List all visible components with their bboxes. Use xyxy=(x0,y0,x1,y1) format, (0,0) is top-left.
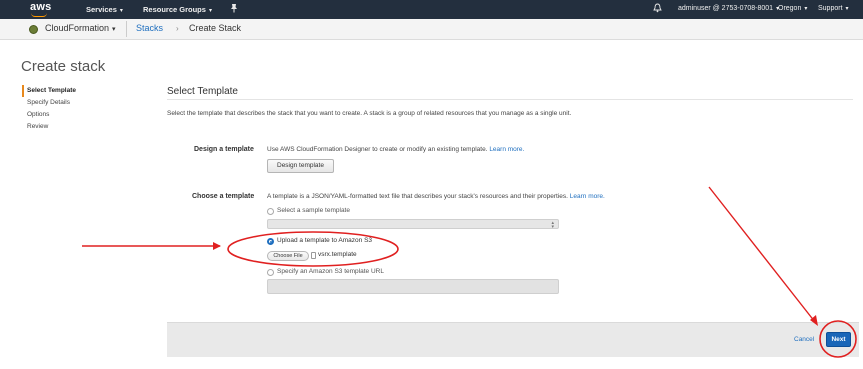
services-menu[interactable]: Services ▾ xyxy=(86,5,123,14)
cloudformation-icon xyxy=(29,25,38,34)
choose-template-description: A template is a JSON/YAML-formatted text… xyxy=(267,193,605,200)
region-menu[interactable]: Oregon ▾ xyxy=(778,5,807,12)
divider xyxy=(126,21,127,37)
design-template-label: Design a template xyxy=(194,146,254,153)
select-arrows-icon: ▴ ▾ xyxy=(551,220,554,230)
step-specify-details: Specify Details xyxy=(27,99,70,106)
upload-s3-radio[interactable] xyxy=(267,238,274,245)
account-menu[interactable]: adminuser @ 2753-0708-8001 ▾ xyxy=(678,5,779,12)
services-menu-label: Services xyxy=(86,5,117,14)
section-title: Select Template xyxy=(167,86,238,97)
sample-template-select[interactable]: ▴ ▾ xyxy=(267,219,559,230)
intro-text: Select the template that describes the s… xyxy=(167,110,572,117)
account-label: adminuser @ 2753-0708-8001 xyxy=(678,5,774,12)
support-menu[interactable]: Support ▾ xyxy=(818,5,849,12)
aws-logo-smile xyxy=(31,13,47,17)
top-navigation-bar: aws Services ▾ Resource Groups ▾ adminuser… xyxy=(0,0,863,19)
chevron-down-icon: ▾ xyxy=(804,6,808,12)
chevron-down-icon: ▾ xyxy=(845,6,849,12)
step-review: Review xyxy=(27,123,49,130)
support-label: Support xyxy=(818,5,843,12)
design-description-text: Use AWS CloudFormation Designer to creat… xyxy=(267,146,488,153)
breadcrumb-create-stack: Create Stack xyxy=(189,23,242,33)
chevron-down-icon: ▾ xyxy=(208,8,212,14)
service-switcher[interactable]: CloudFormation ▾ xyxy=(45,23,116,33)
choose-description-text: A template is a JSON/YAML-formatted text… xyxy=(267,193,568,200)
service-name: CloudFormation xyxy=(45,23,110,33)
bell-icon[interactable] xyxy=(653,3,662,15)
step-options: Options xyxy=(27,111,50,118)
region-label: Oregon xyxy=(778,5,802,12)
s3-url-input[interactable] xyxy=(267,279,559,294)
resource-groups-label: Resource Groups xyxy=(143,5,206,14)
breadcrumb-stacks[interactable]: Stacks xyxy=(136,23,163,33)
service-bar: CloudFormation ▾ Stacks › Create Stack xyxy=(0,19,863,40)
chevron-down-icon: ▾ xyxy=(119,8,123,14)
annotation-overlay xyxy=(82,186,857,358)
design-template-button[interactable]: Design template xyxy=(267,159,334,173)
aws-logo[interactable]: aws xyxy=(30,1,51,13)
design-learn-more-link[interactable]: Learn more. xyxy=(489,146,524,153)
annotation-arrow-next xyxy=(708,186,816,323)
choose-template-label: Choose a template xyxy=(192,193,255,200)
step-select-template[interactable]: Select Template xyxy=(22,85,76,97)
section-divider xyxy=(167,99,853,100)
breadcrumb-separator-icon: › xyxy=(176,24,179,33)
next-button[interactable]: Next xyxy=(826,332,851,347)
choose-file-button[interactable]: Choose File xyxy=(267,251,309,261)
resource-groups-menu[interactable]: Resource Groups ▾ xyxy=(143,5,212,14)
annotation-arrowhead-left xyxy=(213,242,221,250)
design-template-description: Use AWS CloudFormation Designer to creat… xyxy=(267,146,524,153)
file-icon xyxy=(311,252,316,259)
s3-url-label[interactable]: Specify an Amazon S3 template URL xyxy=(277,268,384,275)
pin-icon[interactable] xyxy=(230,3,238,15)
upload-s3-label[interactable]: Upload a template to Amazon S3 xyxy=(277,237,372,244)
cancel-link[interactable]: Cancel xyxy=(794,336,814,343)
chevron-down-icon: ▾ xyxy=(112,26,116,33)
selected-file-name: vsrx.template xyxy=(318,251,357,258)
wizard-steps: Select Template Specify Details Options … xyxy=(22,85,76,133)
wizard-footer xyxy=(167,322,859,357)
choose-learn-more-link[interactable]: Learn more. xyxy=(570,193,605,200)
page-title: Create stack xyxy=(21,58,106,75)
sample-template-label[interactable]: Select a sample template xyxy=(277,207,350,214)
sample-template-radio[interactable] xyxy=(267,208,274,215)
s3-url-radio[interactable] xyxy=(267,269,274,276)
